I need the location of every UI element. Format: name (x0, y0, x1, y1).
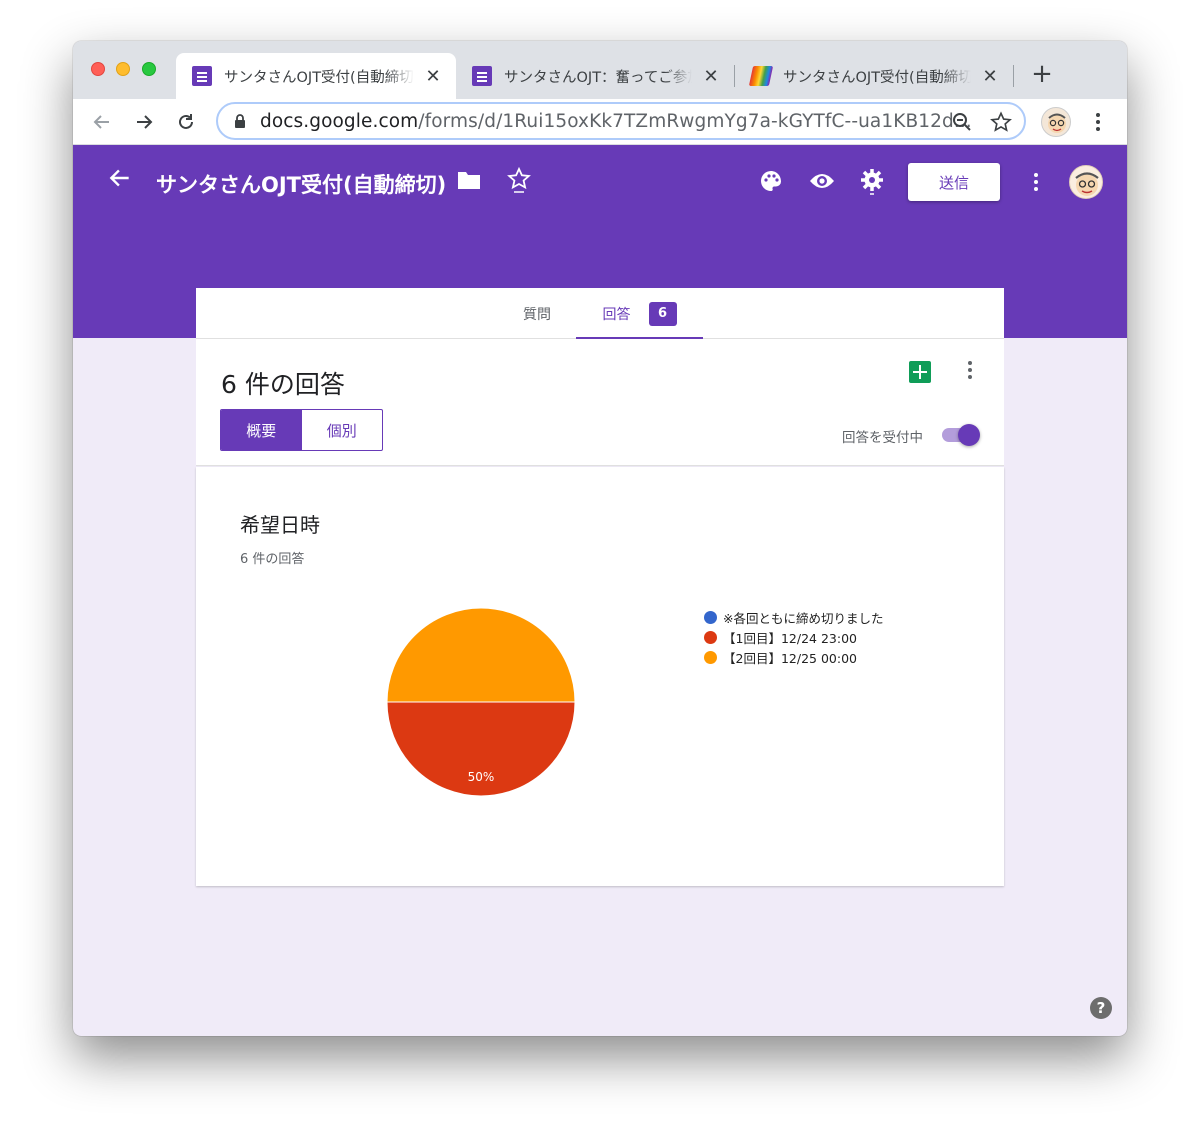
arrow-right-icon (137, 115, 153, 129)
form-tabs: 質問 回答 6 (196, 288, 1004, 340)
close-window-button[interactable] (91, 62, 105, 76)
rainbow-favicon-icon (748, 66, 774, 86)
url-text: docs.google.com/forms/d/1Rui15oxKk7TZmRw… (260, 111, 972, 132)
tab-responses[interactable]: 回答 6 (576, 288, 703, 340)
sheets-icon[interactable] (909, 361, 931, 383)
legend-item: 【2回目】12/25 00:00 (704, 647, 883, 667)
user-avatar[interactable] (1069, 165, 1103, 199)
accepting-responses-toggle[interactable] (940, 424, 980, 446)
send-button[interactable]: 送信 (908, 163, 1000, 201)
responses-title: 6 件の回答 (221, 370, 345, 399)
tab-separator (1013, 65, 1014, 87)
legend-label: 【1回目】12/24 23:00 (723, 630, 857, 646)
form-title[interactable]: サンタさんOJT受付(自動締切) (156, 169, 446, 199)
back-button[interactable] (87, 107, 117, 137)
close-tab-icon[interactable]: ✕ (702, 66, 720, 87)
more-options-icon[interactable] (960, 359, 980, 381)
maximize-window-button[interactable] (142, 62, 156, 76)
more-options-icon[interactable] (1026, 171, 1046, 193)
responses-card: 6 件の回答 概要 個別 回答を受付中 (196, 339, 1004, 466)
chart-legend: ※各回ともに締め切りました 【1回目】12/24 23:00 【2回目】12/2… (704, 607, 883, 667)
preview-eye-icon[interactable] (809, 169, 835, 193)
minimize-window-button[interactable] (116, 62, 130, 76)
extension-avatar-icon[interactable] (1041, 107, 1071, 137)
zoom-icon (953, 113, 971, 131)
legend-color-dot (704, 650, 717, 664)
tab-responses-label: 回答 (602, 306, 631, 323)
tab-title: サンタさんOJT：奮ってご参加 (504, 69, 692, 86)
browser-tab-1[interactable]: サンタさんOJT受付(自動締切) ✕ (176, 53, 456, 99)
legend-item: ※各回ともに締め切りました (704, 607, 883, 627)
legend-color-dot (704, 630, 717, 644)
address-bar[interactable]: docs.google.com/forms/d/1Rui15oxKk7TZmRw… (216, 102, 1026, 140)
question-summary-card: 希望日時 6 件の回答 50%50% ※各回ともに締め切りました 【1回目】12… (196, 467, 1004, 886)
view-toggle: 概要 個別 (220, 409, 383, 451)
legend-label: 【2回目】12/25 00:00 (723, 650, 857, 666)
individual-view-button[interactable]: 個別 (302, 410, 383, 450)
tab-questions[interactable]: 質問 (501, 288, 573, 339)
tab-strip: サンタさんOJT受付(自動締切) ✕ サンタさんOJT：奮ってご参加 ✕ サンタ… (73, 41, 1127, 99)
bookmark-star-icon (990, 111, 1012, 132)
star-icon[interactable] (507, 167, 531, 195)
settings-gear-icon[interactable] (860, 169, 884, 195)
response-count-badge: 6 (648, 301, 677, 326)
legend-label: ※各回ともに締め切りました (723, 610, 884, 626)
close-tab-icon[interactable]: ✕ (424, 66, 442, 87)
legend-color-dot (704, 610, 717, 624)
back-arrow-icon[interactable] (107, 165, 133, 191)
palette-icon[interactable] (759, 169, 783, 193)
forward-button[interactable] (129, 107, 159, 137)
google-forms-icon (472, 66, 492, 86)
browser-tab-3[interactable]: サンタさんOJT受付(自動締切) ✕ (735, 53, 1013, 99)
reload-button[interactable] (171, 107, 201, 137)
reload-icon (179, 114, 193, 129)
accepting-responses-label: 回答を受付中 (842, 430, 923, 446)
toggle-knob (958, 424, 980, 446)
new-tab-button[interactable]: + (1027, 59, 1057, 89)
pie-slice-label-2: 50% (468, 770, 495, 784)
google-forms-icon (192, 66, 212, 86)
browser-toolbar: docs.google.com/forms/d/1Rui15oxKk7TZmRw… (73, 99, 1127, 145)
pie-chart: 50%50% (386, 607, 576, 797)
question-response-count: 6 件の回答 (240, 552, 305, 567)
folder-icon[interactable] (457, 169, 481, 191)
tab-title: サンタさんOJT受付(自動締切) (783, 69, 971, 86)
browser-window: サンタさんOJT受付(自動締切) ✕ サンタさんOJT：奮ってご参加 ✕ サンタ… (73, 41, 1127, 1036)
browser-tab-2[interactable]: サンタさんOJT：奮ってご参加 ✕ (456, 53, 734, 99)
browser-menu-icon[interactable] (1088, 111, 1108, 133)
summary-view-button[interactable]: 概要 (221, 410, 302, 450)
question-title: 希望日時 (240, 513, 320, 537)
lock-icon (235, 114, 245, 128)
tab-title: サンタさんOJT受付(自動締切) (224, 69, 414, 86)
arrow-left-icon (93, 115, 109, 129)
help-icon[interactable]: ? (1090, 997, 1112, 1019)
legend-item: 【1回目】12/24 23:00 (704, 627, 883, 647)
close-tab-icon[interactable]: ✕ (981, 66, 999, 87)
pie-slice-2[interactable] (386, 607, 576, 703)
